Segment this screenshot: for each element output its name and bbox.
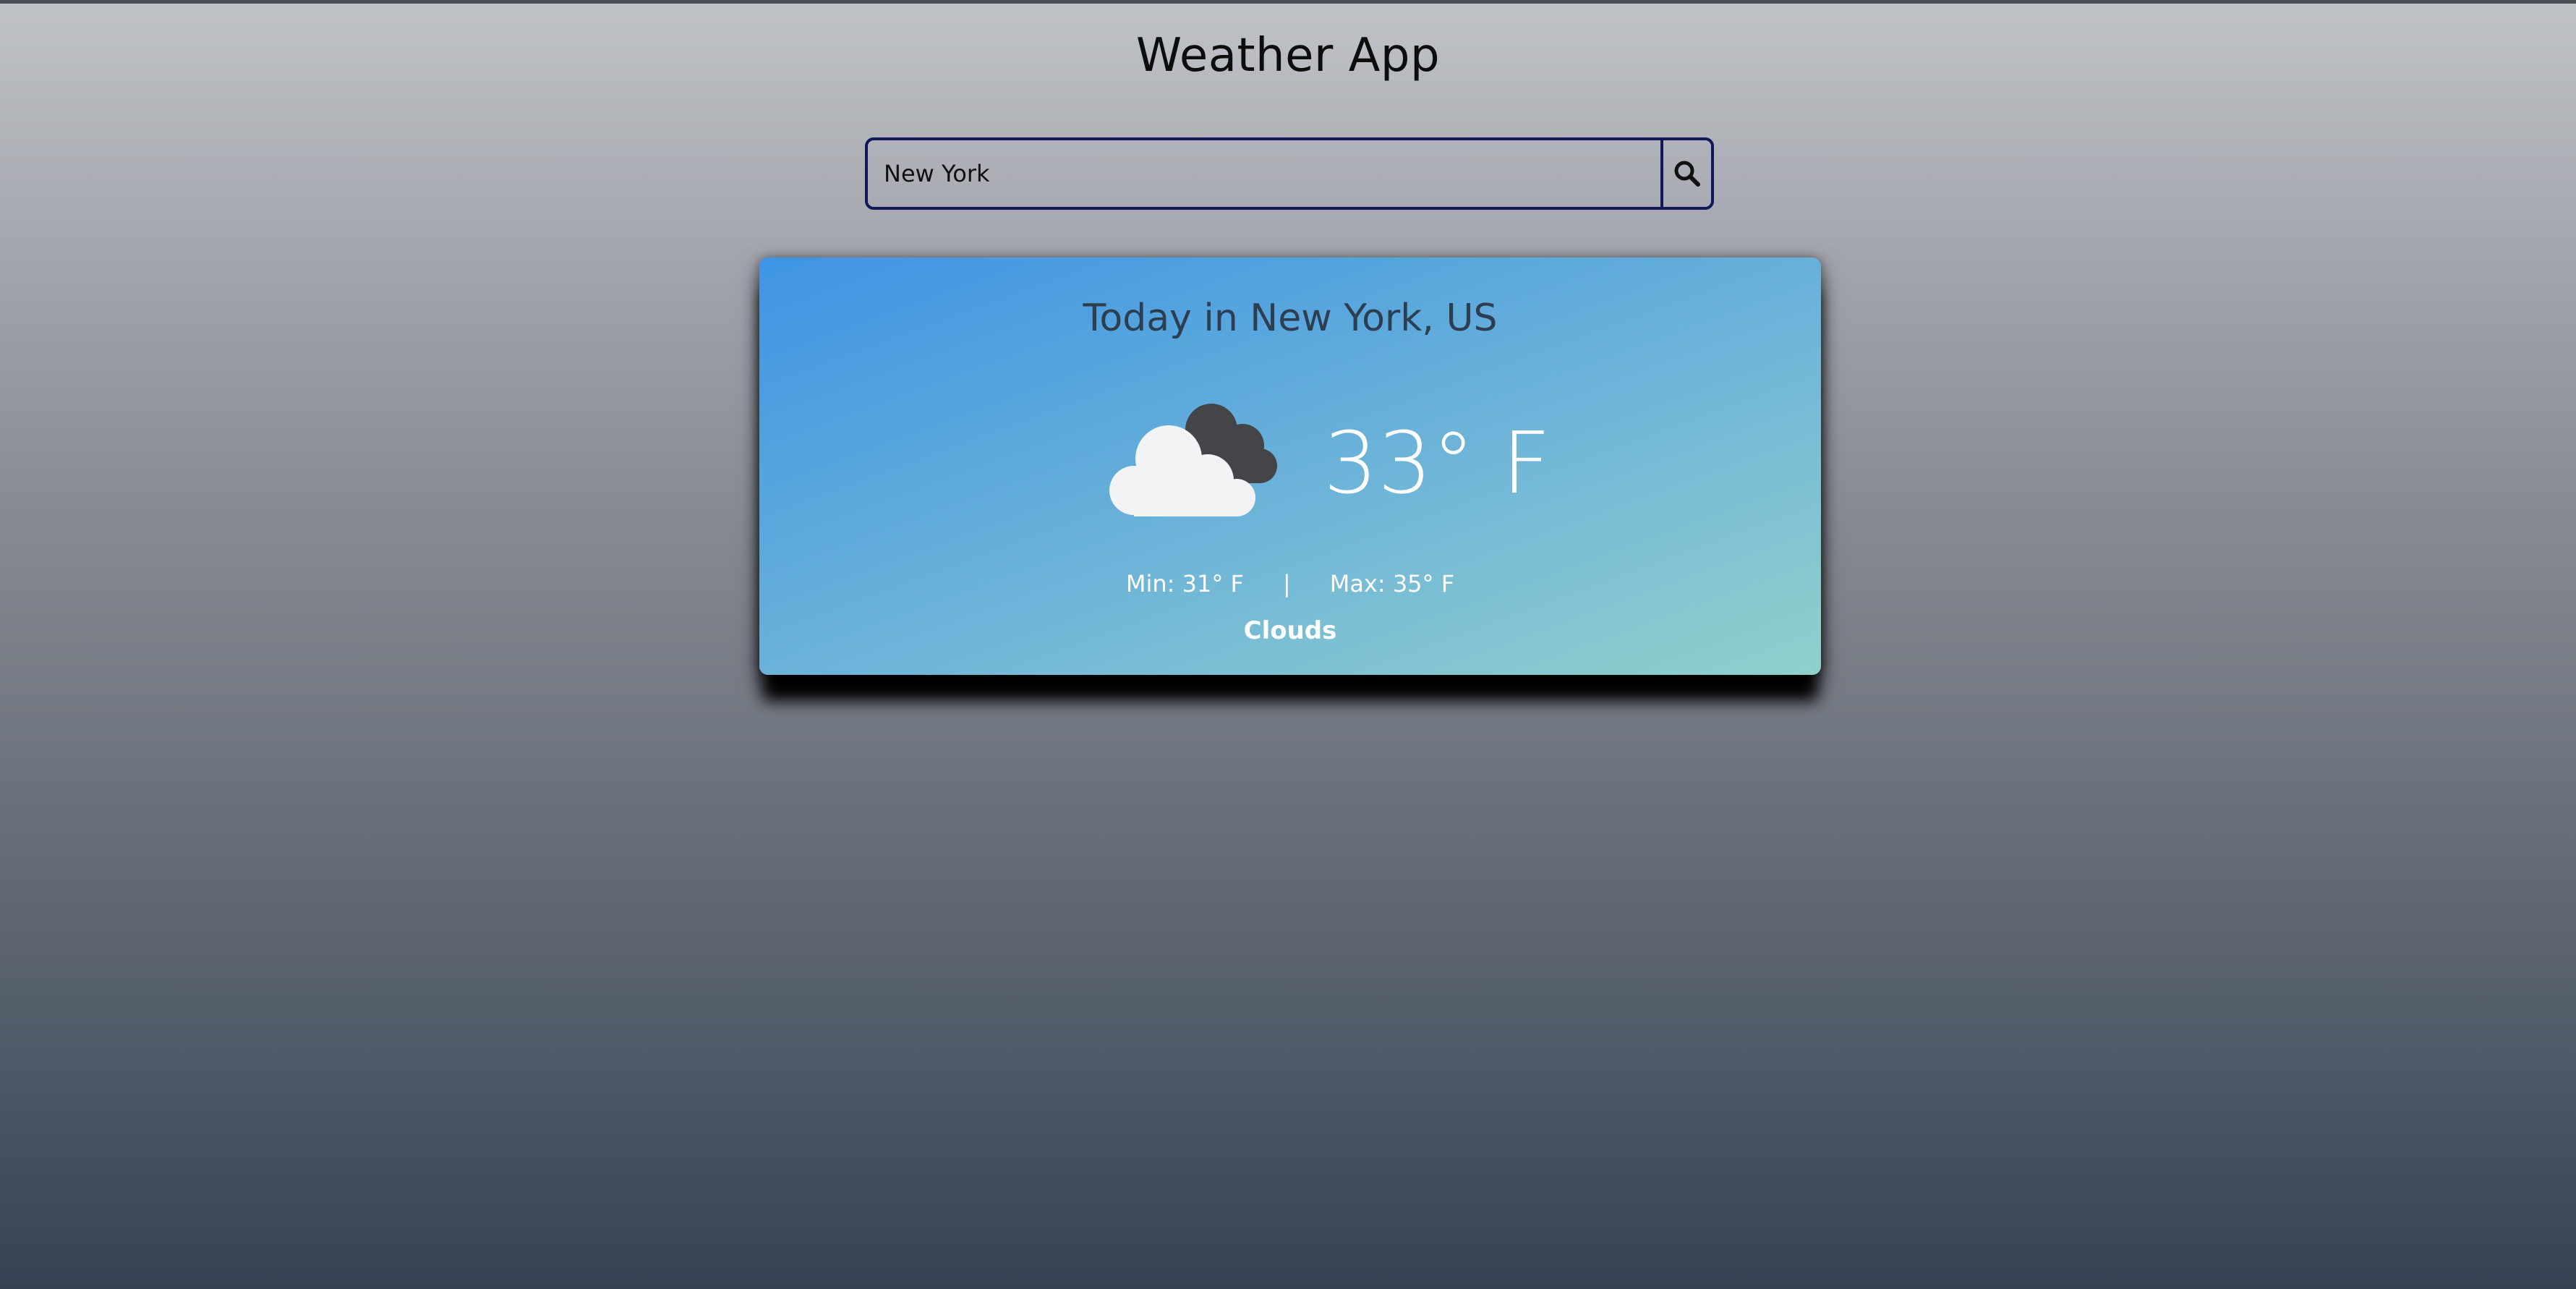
clouds-icon [1109, 404, 1277, 516]
max-temperature: Max: 35° F [1329, 570, 1455, 597]
top-border [0, 0, 2576, 4]
search-bar [865, 137, 1714, 210]
min-max-row: Min: 31° F | Max: 35° F [759, 570, 1821, 597]
min-temperature: Min: 31° F [1125, 570, 1244, 597]
search-icon [1674, 161, 1700, 187]
search-input[interactable] [868, 140, 1660, 207]
weather-card: Today in New York, US 33° F Min: 31° F | M… [759, 258, 1821, 675]
temperature: 33° F [1323, 413, 1551, 513]
search-button[interactable] [1660, 140, 1711, 207]
min-max-separator: | [1282, 570, 1291, 597]
app-title: Weather App [1135, 29, 1441, 82]
location-heading: Today in New York, US [1083, 297, 1498, 340]
weather-condition: Clouds [1243, 616, 1337, 645]
